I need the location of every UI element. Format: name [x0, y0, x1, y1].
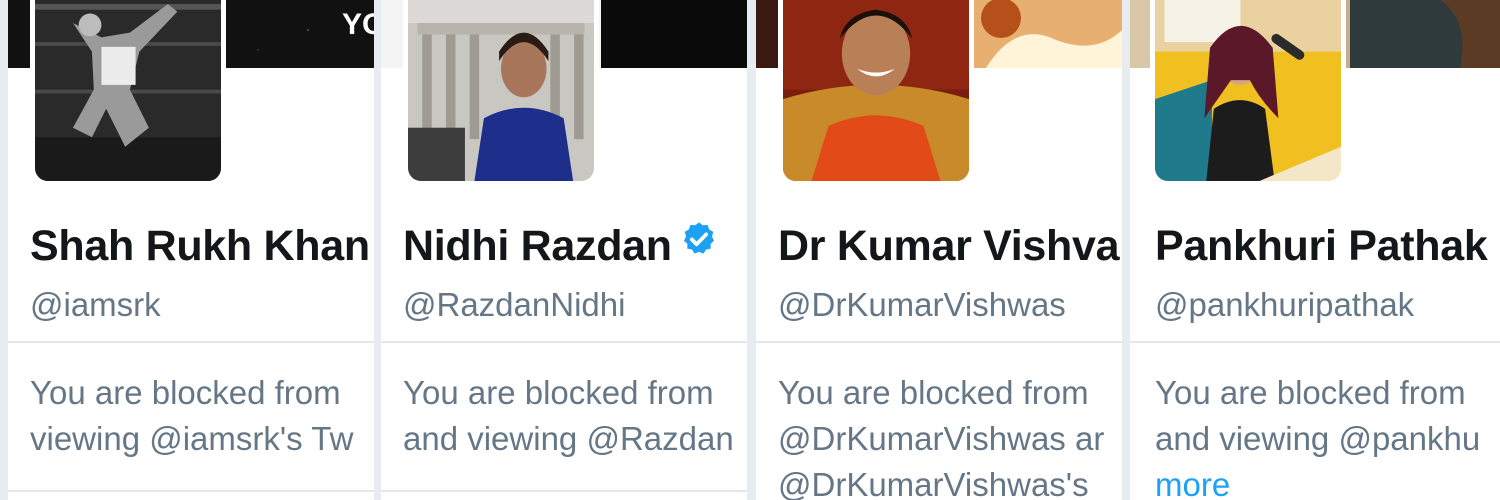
profile-name-text[interactable]: Dr Kumar Vishva [778, 222, 1120, 270]
banner-text: YO [342, 8, 374, 41]
profile-card-razdannidhi[interactable]: Nidhi Razdan @RazdanNidhi You are blocke… [381, 0, 747, 500]
avatar[interactable] [1150, 0, 1346, 186]
blocked-line: You are blocked from [403, 374, 714, 411]
blocked-message: You are blocked from and viewing @pankhu… [1155, 370, 1500, 500]
profile-card-iamsrk[interactable]: YO Shah Rukh Khan @iamsrk You are blocke… [8, 0, 374, 500]
avatar[interactable] [778, 0, 974, 186]
profile-card-drkumarvishwas[interactable]: Dr Kumar Vishva @DrKumarVishwas You are … [756, 0, 1122, 500]
profile-handle[interactable]: @pankhuripathak [1155, 286, 1414, 324]
more-link[interactable]: more [1155, 462, 1500, 500]
profile-name[interactable]: Shah Rukh Khan [30, 222, 370, 271]
profile-name-text[interactable]: Pankhuri Pathak [1155, 222, 1488, 270]
divider [8, 490, 374, 492]
verified-badge-icon [680, 220, 718, 269]
profile-name[interactable]: Pankhuri Pathak [1155, 222, 1488, 271]
profile-handle[interactable]: @DrKumarVishwas [778, 286, 1066, 324]
blocked-line: @DrKumarVishwas ar [778, 420, 1105, 457]
divider [381, 341, 747, 343]
blocked-line: You are blocked from [30, 374, 341, 411]
divider [381, 490, 747, 492]
blocked-line: viewing @iamsrk's Tw [30, 420, 354, 457]
profile-name[interactable]: Dr Kumar Vishva [778, 222, 1120, 271]
divider [1130, 341, 1500, 343]
profile-name[interactable]: Nidhi Razdan [403, 222, 718, 271]
blocked-message: You are blocked from and viewing @Razdan [403, 370, 747, 462]
avatar[interactable] [403, 0, 599, 186]
profile-handle[interactable]: @iamsrk [30, 286, 161, 324]
profile-card-pankhuripathak[interactable]: Pankhuri Pathak @pankhuripathak You are … [1130, 0, 1500, 500]
blocked-line: @DrKumarVishwas's [778, 466, 1089, 500]
divider [8, 341, 374, 343]
profile-handle[interactable]: @RazdanNidhi [403, 286, 625, 324]
blocked-line: You are blocked from [1155, 374, 1466, 411]
profile-name-text[interactable]: Nidhi Razdan [403, 222, 672, 270]
avatar[interactable] [30, 0, 226, 186]
blocked-line: You are blocked from [778, 374, 1089, 411]
blocked-line: and viewing @pankhu [1155, 420, 1481, 457]
blocked-line: and viewing @Razdan [403, 420, 734, 457]
profile-name-text[interactable]: Shah Rukh Khan [30, 222, 370, 270]
blocked-message: You are blocked from @DrKumarVishwas ar … [778, 370, 1122, 500]
divider [756, 341, 1122, 343]
blocked-message: You are blocked from viewing @iamsrk's T… [30, 370, 374, 462]
